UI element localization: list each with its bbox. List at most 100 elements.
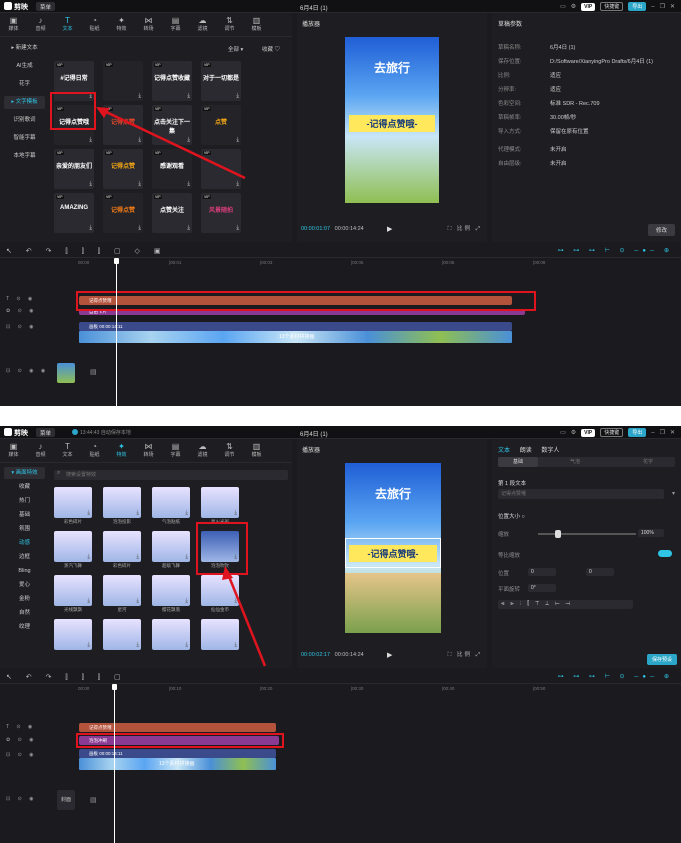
- text-track-head[interactable]: T ⊙ ◉: [6, 724, 35, 730]
- playhead-handle[interactable]: [114, 258, 119, 264]
- minimize-icon[interactable]: –: [651, 4, 654, 10]
- tab-read[interactable]: 朗读: [520, 448, 532, 454]
- download-icon[interactable]: ⤓: [138, 225, 141, 232]
- settings-icon[interactable]: ⚙: [571, 3, 576, 10]
- download-icon[interactable]: ⤓: [236, 225, 239, 232]
- cat-auto-subtitle[interactable]: 智能字幕: [4, 132, 45, 145]
- seg-bubble[interactable]: 气泡: [570, 457, 580, 467]
- download-icon[interactable]: ⤓: [236, 181, 239, 188]
- text-template-item[interactable]: VIP 对于一切都是 ⤓: [201, 61, 241, 101]
- effect-category-item[interactable]: 自然: [4, 607, 45, 619]
- fit-icon[interactable]: ⛶: [448, 226, 454, 232]
- tool-template[interactable]: ▥ 模板: [243, 439, 270, 462]
- tool-adjust[interactable]: ⇅ 调节: [216, 439, 243, 462]
- vip-badge[interactable]: VIP: [581, 2, 596, 11]
- text-input[interactable]: 记得点赞哦: [498, 489, 664, 499]
- menu-button[interactable]: 菜单: [36, 2, 56, 11]
- main-filmstrip[interactable]: 13个素材拼接画: [79, 331, 512, 343]
- ratio-button[interactable]: 比例: [457, 652, 472, 658]
- export-button[interactable]: 导出: [628, 2, 647, 11]
- cat-local-subtitle[interactable]: 本地字幕: [4, 150, 45, 163]
- effect-category-item[interactable]: 基础: [4, 509, 45, 521]
- cover-button[interactable]: 封面: [57, 790, 75, 810]
- text-template-item[interactable]: VIP ⤓: [103, 61, 143, 101]
- tool-transition[interactable]: ⋈ 转场: [135, 13, 162, 36]
- tool-effects[interactable]: ✦ 特效: [108, 439, 135, 462]
- main-track-head[interactable]: ⊡ ⊙ ◉: [6, 324, 37, 330]
- cat-text-template[interactable]: ▸ 文字模板: [4, 96, 45, 109]
- text-template-item[interactable]: VIP 点击关注下一集 ⤓: [152, 105, 192, 145]
- tool-sticker[interactable]: ◔ 贴纸: [81, 439, 108, 462]
- pos-x-input[interactable]: 0: [528, 568, 556, 576]
- audio-track-head[interactable]: ⊡ ⊙ ◉ ◉: [6, 368, 48, 374]
- tool-text[interactable]: T 文本: [54, 13, 81, 36]
- effect-category-item[interactable]: 收藏: [4, 481, 45, 493]
- download-icon[interactable]: ⤓: [187, 93, 190, 100]
- shortcut-button[interactable]: 快捷键: [600, 2, 624, 11]
- settings-icon[interactable]: ⚙: [571, 429, 576, 436]
- download-icon[interactable]: ⤓: [89, 137, 92, 144]
- timeline-options[interactable]: ⊶ ⊶ ⊶ ⊢ ⊙ ─●─ ⊕: [558, 673, 673, 680]
- effect-thumbnail[interactable]: ⤓: [54, 575, 92, 606]
- download-icon[interactable]: ⤓: [89, 225, 92, 232]
- text-template-item[interactable]: VIP 点赞关注 ⤓: [152, 193, 192, 233]
- effect-thumbnail[interactable]: ⤓: [201, 575, 239, 606]
- download-icon[interactable]: ⤓: [87, 598, 90, 605]
- tab-text[interactable]: 文本: [498, 448, 510, 454]
- tool-media[interactable]: ▣ 媒体: [0, 13, 27, 36]
- maximize-icon[interactable]: ❐: [660, 429, 665, 436]
- download-icon[interactable]: ⤓: [136, 642, 139, 649]
- effect-category-item[interactable]: 动感: [4, 537, 45, 549]
- scale-knob[interactable]: [554, 530, 561, 538]
- tool-sticker[interactable]: ◔ 贴纸: [81, 13, 108, 36]
- edit-tools[interactable]: ↖ ↶ ↷ ⫿ ⫿ ⫿ ▢: [6, 673, 127, 682]
- main-filmstrip[interactable]: 13个素材拼接画: [79, 758, 276, 770]
- fullscreen-icon[interactable]: ⤢: [476, 226, 482, 232]
- minimize-icon[interactable]: –: [651, 430, 654, 436]
- download-icon[interactable]: ⤓: [89, 181, 92, 188]
- main-clip-header[interactable]: 画板 00:00:14:11: [79, 322, 512, 331]
- download-icon[interactable]: ⤓: [136, 598, 139, 605]
- tool-subtitle[interactable]: ▤ 字幕: [162, 13, 189, 36]
- download-icon[interactable]: ⤓: [136, 554, 139, 561]
- cat-ai[interactable]: AI生成: [4, 60, 45, 73]
- tool-audio[interactable]: ♪ 音频: [27, 13, 54, 36]
- download-icon[interactable]: ⤓: [138, 181, 141, 188]
- export-button[interactable]: 导出: [628, 428, 647, 437]
- text-template-item[interactable]: VIP 感谢观看 ⤓: [152, 149, 192, 189]
- tool-adjust[interactable]: ⇅ 调节: [216, 13, 243, 36]
- play-button[interactable]: ▶: [387, 651, 392, 659]
- effect-thumbnail[interactable]: ⤓: [103, 575, 141, 606]
- maximize-icon[interactable]: ❐: [660, 3, 665, 10]
- effect-thumbnail[interactable]: ⤓: [54, 619, 92, 650]
- playhead-handle[interactable]: [112, 684, 117, 690]
- text-template-item[interactable]: VIP 点赞 ⤓: [201, 105, 241, 145]
- fullscreen-icon[interactable]: ⤢: [476, 652, 482, 658]
- tool-media[interactable]: ▣ 媒体: [0, 439, 27, 462]
- close-icon[interactable]: ✕: [670, 429, 675, 436]
- shortcut-button[interactable]: 快捷键: [600, 428, 624, 437]
- filter-fav[interactable]: 收藏 ♡: [262, 45, 280, 53]
- scale-slider[interactable]: [538, 530, 636, 538]
- effect-category-item[interactable]: 爱心: [4, 579, 45, 591]
- text-track-head[interactable]: T ⊙ ◉: [6, 296, 35, 302]
- download-icon[interactable]: ⤓: [185, 598, 188, 605]
- download-icon[interactable]: ⤓: [136, 510, 139, 517]
- download-icon[interactable]: ⤓: [234, 598, 237, 605]
- cover-icon[interactable]: ▤: [90, 796, 97, 804]
- effect-thumbnail[interactable]: ⤓: [54, 531, 92, 562]
- save-preset-button[interactable]: 保存预设: [646, 654, 677, 665]
- cat-new-text[interactable]: ▸ 新建文本: [4, 42, 45, 55]
- text-template-item[interactable]: VIP 亲爱的朋友们 ⤓: [54, 149, 94, 189]
- effect-category-item[interactable]: 金粉: [4, 593, 45, 605]
- effect-thumbnail[interactable]: ⤓: [201, 619, 239, 650]
- cover-icon[interactable]: ▤: [90, 368, 97, 376]
- download-icon[interactable]: ⤓: [138, 93, 141, 100]
- effect-thumbnail[interactable]: ⤓: [152, 619, 190, 650]
- menu-button[interactable]: 菜单: [36, 428, 56, 437]
- effect-category-item[interactable]: 氛围: [4, 523, 45, 535]
- ratio-button[interactable]: 比例: [457, 226, 472, 232]
- download-icon[interactable]: ⤓: [236, 137, 239, 144]
- download-icon[interactable]: ⤓: [185, 642, 188, 649]
- download-icon[interactable]: ⤓: [234, 642, 237, 649]
